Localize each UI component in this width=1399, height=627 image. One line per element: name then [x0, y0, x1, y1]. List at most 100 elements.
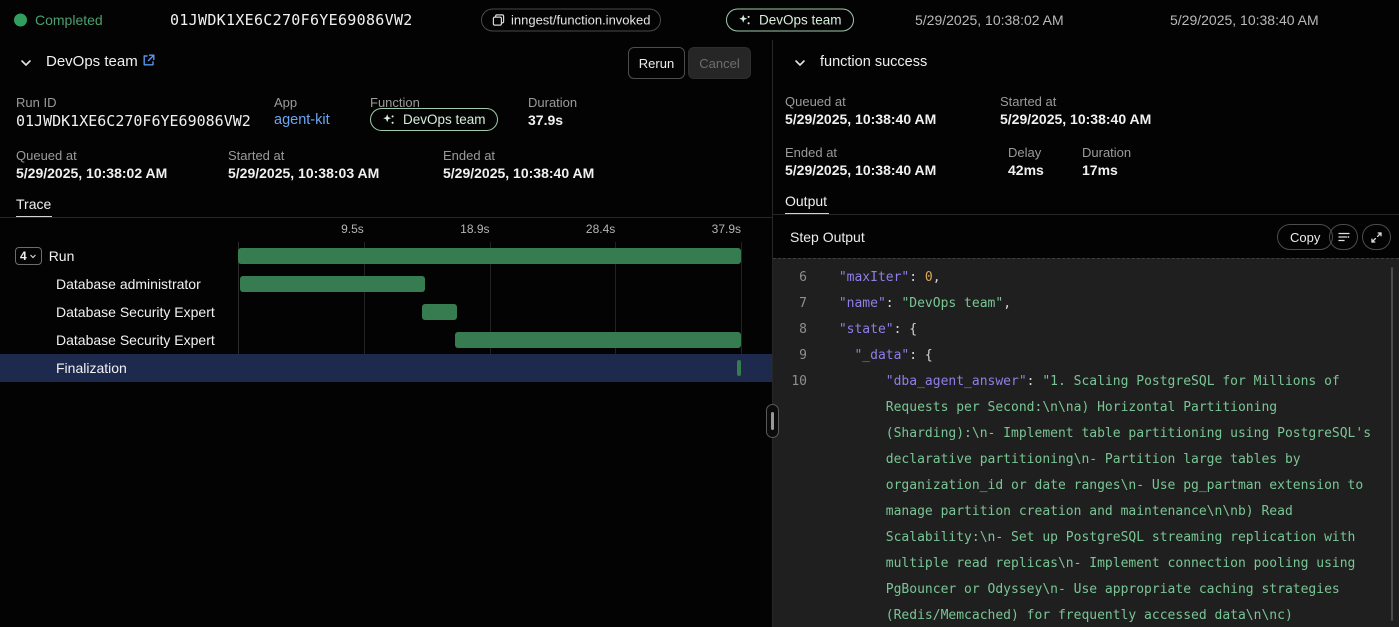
sparkle-icon — [382, 113, 396, 127]
word-wrap-icon — [1337, 230, 1351, 244]
trace-row-label: Finalization — [56, 360, 127, 376]
step-output-header: Step Output Copy — [773, 218, 1399, 258]
trace-row-bars — [238, 354, 741, 382]
external-link-icon[interactable] — [141, 53, 156, 68]
line-number: 8 — [773, 317, 807, 343]
trace-row-labels: Finalization — [0, 354, 238, 382]
topbar-queued-time: 5/29/2025, 10:38:02 AM — [915, 12, 1064, 28]
step-queued-label: Queued at — [785, 94, 846, 109]
child-count: 4 — [20, 249, 27, 263]
token-key: "dba_agent_answer" — [886, 374, 1027, 389]
trace-row-labels: 4 Run — [0, 242, 238, 270]
trace-row[interactable]: Database administrator — [0, 270, 772, 298]
run-id-label: Run ID — [16, 95, 56, 110]
trace-span-bar[interactable] — [422, 304, 457, 320]
trace-span-bar[interactable] — [238, 248, 741, 264]
token-p: : { — [894, 322, 917, 337]
trace-waterfall: 9.5s18.9s28.4s37.9s 4 Run Database adminis… — [0, 218, 772, 627]
event-icon — [492, 14, 505, 27]
token-p: : — [909, 270, 925, 285]
event-type-label: inngest/function.invoked — [511, 13, 650, 28]
run-detail-pane: DevOps team Rerun Cancel Run ID 01JWDK1X… — [0, 40, 772, 627]
step-output-code[interactable]: 6"maxIter": 0,7"name": "DevOps team",8"s… — [773, 258, 1399, 627]
expand-button[interactable] — [1362, 224, 1391, 250]
code-body: 6"maxIter": 0,7"name": "DevOps team",8"s… — [773, 265, 1399, 627]
trace-row-label: Run — [49, 248, 75, 264]
panes: DevOps team Rerun Cancel Run ID 01JWDK1X… — [0, 40, 1399, 627]
code-line: 10"dba_agent_answer": "1. Scaling Postgr… — [773, 369, 1399, 627]
cancel-button[interactable]: Cancel — [688, 47, 751, 79]
trace-row-labels: Database Security Expert — [0, 298, 238, 326]
trace-row-labels: Database administrator — [0, 270, 238, 298]
started-at-label: Started at — [228, 148, 284, 163]
token-key: "maxIter" — [839, 270, 909, 285]
trace-time-axis: 9.5s18.9s28.4s37.9s — [238, 218, 741, 242]
queued-at-value: 5/29/2025, 10:38:02 AM — [16, 165, 167, 181]
trace-row[interactable]: Database Security Expert — [0, 298, 772, 326]
trace-row-bars — [238, 242, 741, 270]
step-title: function success — [820, 54, 927, 70]
step-duration-label: Duration — [1082, 145, 1131, 160]
trace-span-bar[interactable] — [455, 332, 741, 348]
step-ended-value: 5/29/2025, 10:38:40 AM — [785, 162, 936, 178]
trace-row-bars — [238, 298, 741, 326]
line-number: 6 — [773, 265, 807, 291]
topbar: Completed 01JWDK1XE6C270F6YE69086VW2 inn… — [0, 0, 1399, 40]
token-key: "state" — [839, 322, 894, 337]
step-started-value: 5/29/2025, 10:38:40 AM — [1000, 111, 1151, 127]
token-key: "_data" — [854, 348, 909, 363]
chevron-down-icon — [29, 252, 37, 260]
trace-span-bar[interactable] — [737, 360, 741, 376]
step-duration-value: 17ms — [1082, 162, 1118, 178]
function-value-badge[interactable]: DevOps team — [370, 108, 498, 131]
run-title: DevOps team — [46, 53, 138, 70]
copy-button[interactable]: Copy — [1277, 224, 1333, 250]
step-delay-value: 42ms — [1008, 162, 1044, 178]
word-wrap-button[interactable] — [1329, 224, 1358, 250]
token-p: , — [1003, 296, 1011, 311]
trace-row-bars — [238, 326, 741, 354]
expand-icon — [1370, 231, 1383, 244]
token-p: : — [1027, 374, 1043, 389]
trace-row[interactable]: Finalization — [0, 354, 772, 382]
trace-row[interactable]: Database Security Expert — [0, 326, 772, 354]
line-content: "state": { — [831, 317, 917, 343]
app-link[interactable]: agent-kit — [274, 112, 330, 128]
code-line: 8 "state": { — [773, 317, 1399, 343]
trace-row-labels: Database Security Expert — [0, 326, 238, 354]
function-value-label: DevOps team — [403, 112, 486, 127]
trace-span-bar[interactable] — [240, 276, 425, 292]
function-badge[interactable]: DevOps team — [726, 9, 854, 32]
axis-tick-label: 9.5s — [341, 222, 364, 236]
status-completed-dot-icon — [14, 14, 27, 27]
grip-icon — [771, 412, 774, 430]
tab-output[interactable]: Output — [785, 193, 827, 209]
token-num: 0 — [925, 270, 933, 285]
pane-resize-handle[interactable] — [766, 404, 779, 438]
started-at-value: 5/29/2025, 10:38:03 AM — [228, 165, 379, 181]
step-detail-pane: function success Queued at 5/29/2025, 10… — [773, 40, 1399, 627]
token-str: "1. Scaling PostgreSQL for Millions of R… — [886, 374, 1379, 627]
step-started-label: Started at — [1000, 94, 1056, 109]
token-p: , — [933, 270, 941, 285]
collapse-chevron-icon[interactable] — [792, 55, 808, 71]
trace-row[interactable]: 4 Run — [0, 242, 772, 270]
tab-trace[interactable]: Trace — [16, 196, 51, 212]
token-p: : — [886, 296, 902, 311]
duration-label: Duration — [528, 95, 577, 110]
event-type-badge[interactable]: inngest/function.invoked — [481, 9, 661, 32]
child-count-badge[interactable]: 4 — [15, 247, 42, 265]
trace-row-label: Database Security Expert — [56, 332, 215, 348]
code-line: 6 "maxIter": 0, — [773, 265, 1399, 291]
line-content: "maxIter": 0, — [831, 265, 941, 291]
code-scrollbar[interactable] — [1391, 267, 1393, 621]
run-id-value: 01JWDK1XE6C270F6YE69086VW2 — [16, 112, 251, 130]
token-str: "DevOps team" — [901, 296, 1003, 311]
rerun-button[interactable]: Rerun — [628, 47, 685, 79]
trace-row-bars — [238, 270, 741, 298]
token-key: "name" — [839, 296, 886, 311]
step-output-title: Step Output — [790, 229, 865, 245]
token-p: : { — [909, 348, 932, 363]
app-label: App — [274, 95, 297, 110]
collapse-chevron-icon[interactable] — [18, 55, 34, 71]
